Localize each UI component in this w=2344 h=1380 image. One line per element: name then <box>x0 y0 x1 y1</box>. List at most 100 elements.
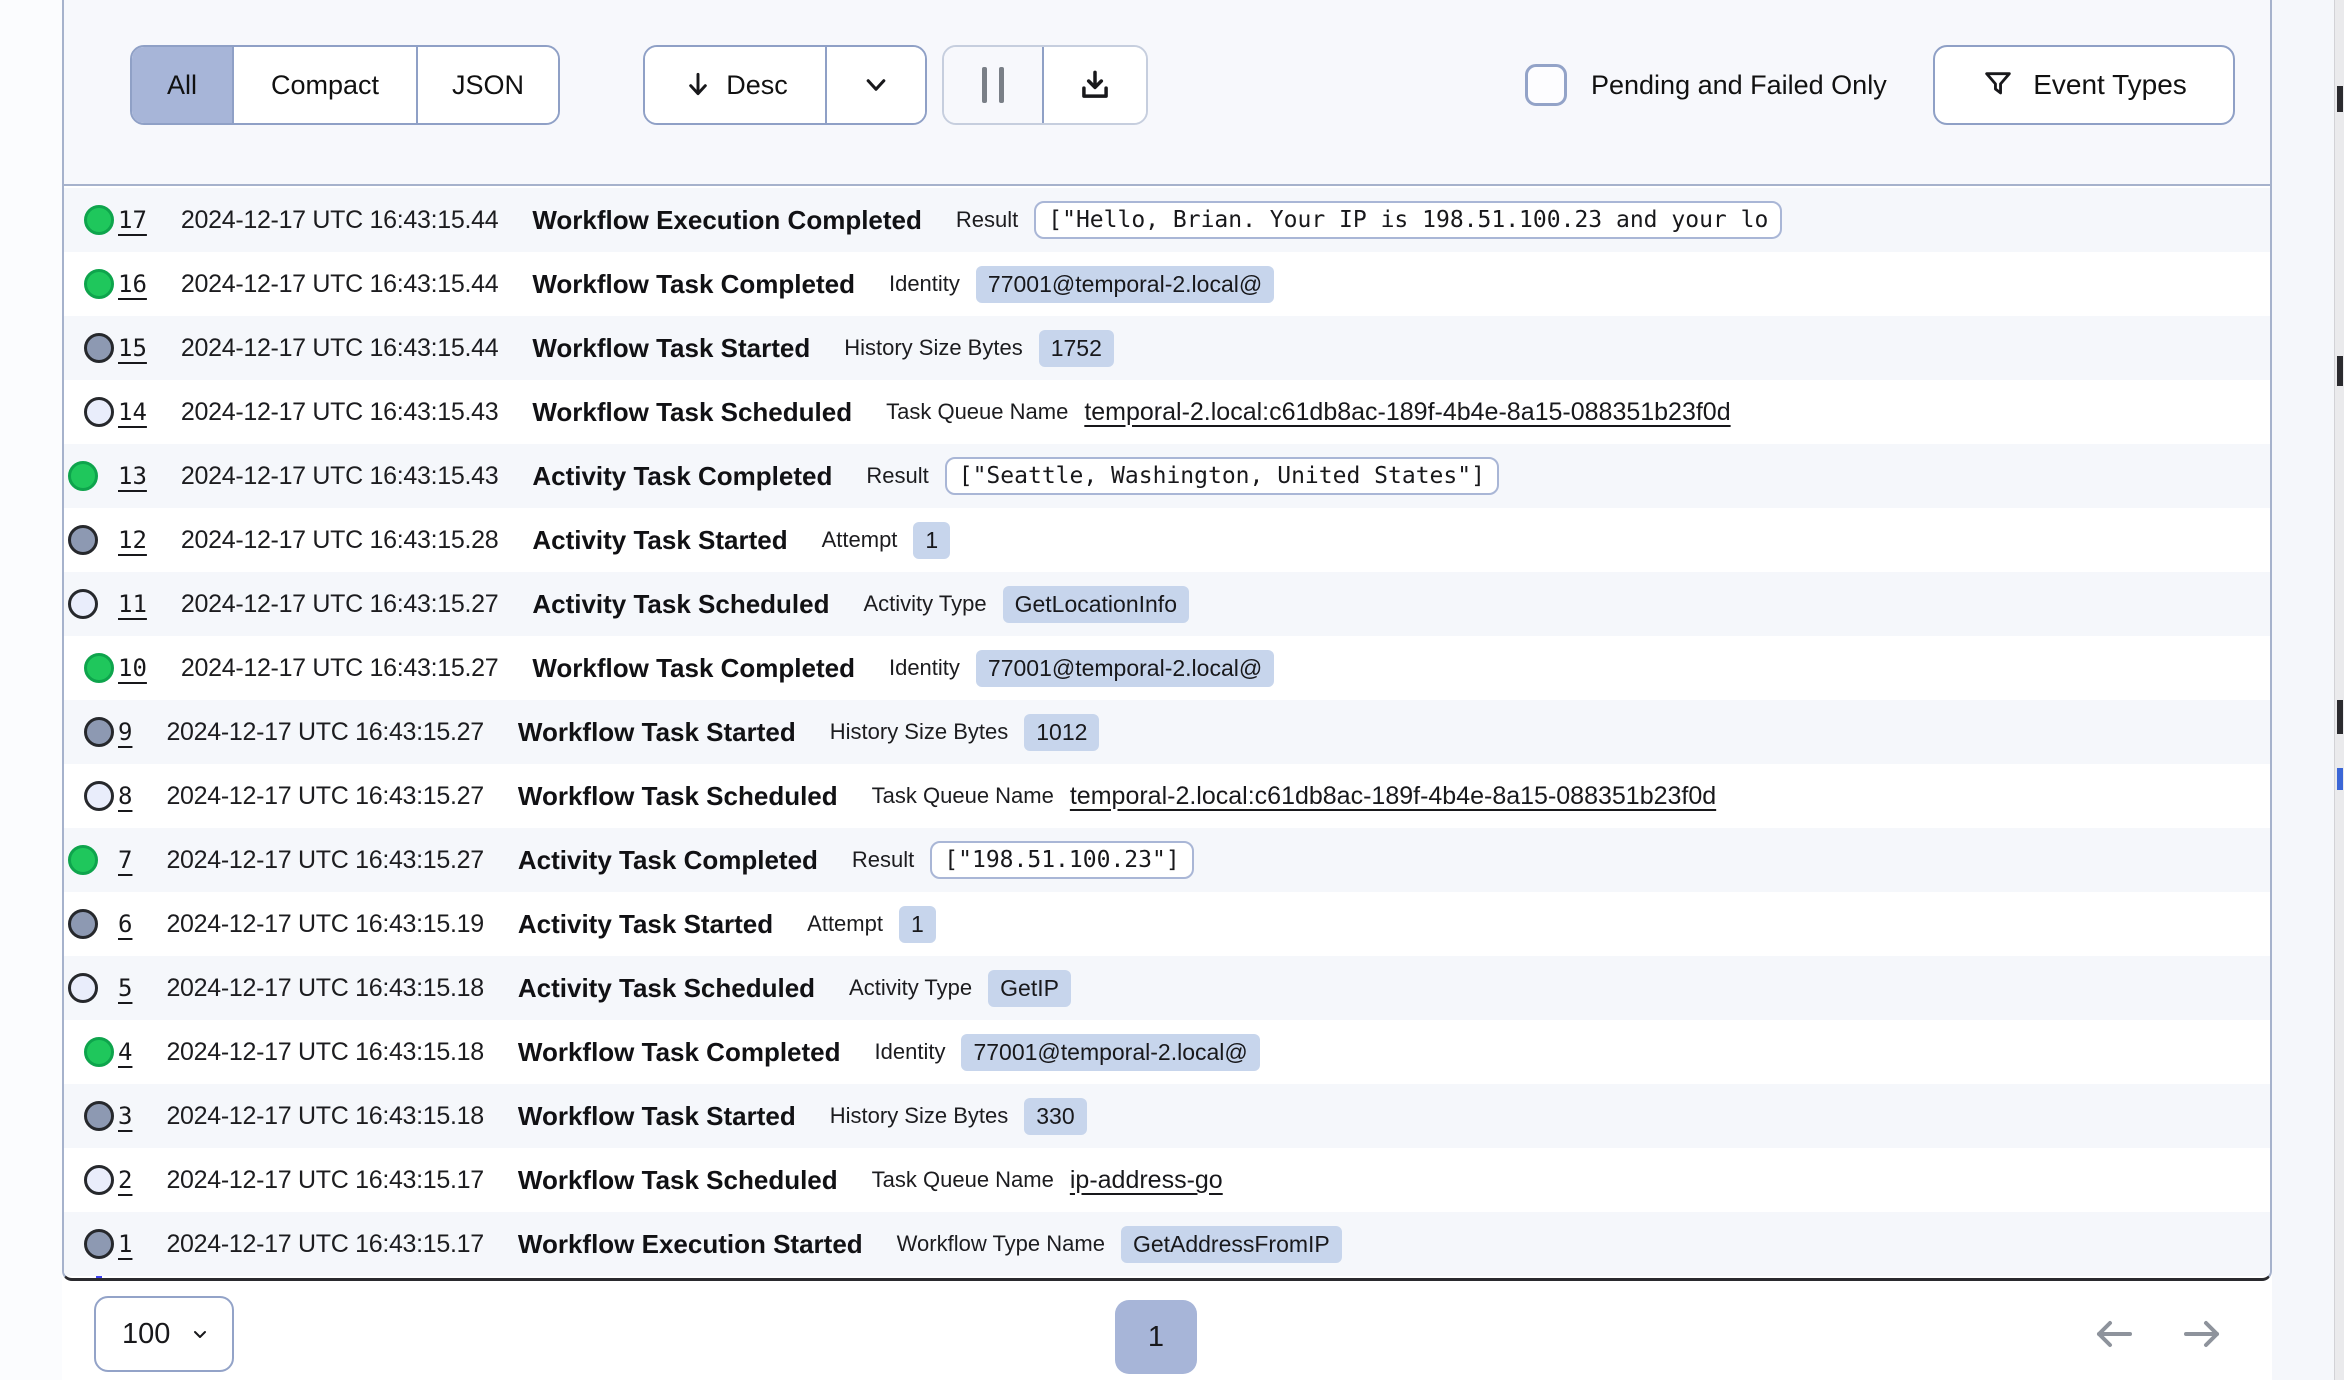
event-status-dot <box>68 461 98 491</box>
pending-failed-filter: Pending and Failed Only <box>1525 45 1887 125</box>
event-attribute-value: 77001@temporal-2.local@ <box>976 266 1274 303</box>
tab-compact[interactable]: Compact <box>232 47 416 123</box>
event-name: Workflow Task Scheduled <box>518 781 838 812</box>
pause-icon <box>999 67 1004 103</box>
event-timestamp: 2024-12-17 UTC 16:43:15.43 <box>181 398 498 427</box>
event-status-dot <box>84 333 114 363</box>
sort-options-dropdown-button[interactable] <box>825 47 925 123</box>
event-name: Workflow Execution Started <box>518 1229 863 1260</box>
event-name: Activity Task Started <box>518 909 773 940</box>
sort-desc-button[interactable]: Desc <box>645 47 825 123</box>
event-id-link[interactable]: 15 <box>118 334 147 362</box>
event-name: Workflow Task Completed <box>532 653 855 684</box>
event-name: Workflow Task Completed <box>532 269 855 300</box>
event-id-link[interactable]: 3 <box>118 1102 132 1130</box>
next-page-icon[interactable] <box>2178 1310 2226 1358</box>
event-row[interactable]: 14 2024-12-17 UTC 16:43:15.43 Workflow T… <box>64 380 2270 444</box>
event-attribute-value[interactable]: ip-address-go <box>1070 1166 1223 1195</box>
event-status-dot <box>84 653 114 683</box>
page-size-select[interactable]: 100 <box>94 1296 234 1372</box>
event-name: Workflow Task Started <box>518 717 796 748</box>
event-id-link[interactable]: 16 <box>118 270 147 298</box>
event-attribute-value: 1752 <box>1039 330 1114 367</box>
chevron-down-icon <box>859 68 893 102</box>
event-row[interactable]: 12 2024-12-17 UTC 16:43:15.28 Activity T… <box>64 508 2270 572</box>
event-status-dot <box>68 909 98 939</box>
event-timestamp: 2024-12-17 UTC 16:43:15.18 <box>166 974 483 1003</box>
event-row[interactable]: 2 2024-12-17 UTC 16:43:15.17 Workflow Ta… <box>64 1148 2270 1212</box>
event-timestamp: 2024-12-17 UTC 16:43:15.27 <box>166 782 483 811</box>
scrollbar-mark <box>2337 768 2343 790</box>
event-id-link[interactable]: 5 <box>118 974 132 1002</box>
event-row[interactable]: 3 2024-12-17 UTC 16:43:15.18 Workflow Ta… <box>64 1084 2270 1148</box>
event-row[interactable]: 16 2024-12-17 UTC 16:43:15.44 Workflow T… <box>64 252 2270 316</box>
scrollbar-mark <box>2337 86 2343 112</box>
event-id-link[interactable]: 10 <box>118 654 147 682</box>
event-status-dot <box>68 973 98 1003</box>
scrollbar-track[interactable] <box>2334 0 2344 1380</box>
event-row[interactable]: 10 2024-12-17 UTC 16:43:15.27 Workflow T… <box>64 636 2270 700</box>
event-status-dot <box>84 717 114 747</box>
download-button[interactable] <box>1042 47 1146 123</box>
event-id-link[interactable]: 1 <box>118 1230 132 1258</box>
event-row[interactable]: 4 2024-12-17 UTC 16:43:15.18 Workflow Ta… <box>64 1020 2270 1084</box>
event-timestamp: 2024-12-17 UTC 16:43:15.19 <box>166 910 483 939</box>
event-id-link[interactable]: 9 <box>118 718 132 746</box>
event-row[interactable]: 8 2024-12-17 UTC 16:43:15.27 Workflow Ta… <box>64 764 2270 828</box>
event-types-button[interactable]: Event Types <box>1933 45 2235 125</box>
event-name: Activity Task Scheduled <box>518 973 815 1004</box>
previous-page-icon[interactable] <box>2090 1310 2138 1358</box>
event-timestamp: 2024-12-17 UTC 16:43:15.44 <box>181 334 498 363</box>
event-row[interactable]: 7 2024-12-17 UTC 16:43:15.27 Activity Ta… <box>64 828 2270 892</box>
event-id-link[interactable]: 6 <box>118 910 132 938</box>
scrollbar-mark <box>2337 356 2343 386</box>
event-id-link[interactable]: 13 <box>118 462 147 490</box>
event-attribute-value: GetLocationInfo <box>1003 586 1189 623</box>
event-history-card: All Compact JSON Desc <box>62 0 2272 1281</box>
event-attribute-label: Activity Type <box>864 591 987 617</box>
tab-all[interactable]: All <box>132 47 232 123</box>
event-row[interactable]: 6 2024-12-17 UTC 16:43:15.19 Activity Ta… <box>64 892 2270 956</box>
event-attribute-value: 1 <box>913 522 950 559</box>
event-attribute-value: 77001@temporal-2.local@ <box>976 650 1274 687</box>
event-row[interactable]: 11 2024-12-17 UTC 16:43:15.27 Activity T… <box>64 572 2270 636</box>
event-id-link[interactable]: 7 <box>118 846 132 874</box>
event-row[interactable]: 17 2024-12-17 UTC 16:43:15.44 Workflow E… <box>64 188 2270 252</box>
event-status-dot <box>84 205 114 235</box>
event-id-link[interactable]: 2 <box>118 1166 132 1194</box>
event-timestamp: 2024-12-17 UTC 16:43:15.27 <box>181 590 498 619</box>
event-row[interactable]: 1 2024-12-17 UTC 16:43:15.17 Workflow Ex… <box>64 1212 2270 1276</box>
event-id-link[interactable]: 8 <box>118 782 132 810</box>
event-list: 17 2024-12-17 UTC 16:43:15.44 Workflow E… <box>64 188 2270 1281</box>
filter-funnel-icon <box>1981 68 2015 102</box>
event-id-link[interactable]: 12 <box>118 526 147 554</box>
event-timestamp: 2024-12-17 UTC 16:43:15.17 <box>166 1166 483 1195</box>
page-left-margin <box>0 0 62 1380</box>
event-attribute-label: Activity Type <box>849 975 972 1001</box>
event-name: Workflow Execution Completed <box>532 205 922 236</box>
event-attribute-value: 1 <box>899 906 936 943</box>
event-timestamp: 2024-12-17 UTC 16:43:15.28 <box>181 526 498 555</box>
event-timestamp: 2024-12-17 UTC 16:43:15.27 <box>166 718 483 747</box>
event-attribute-value: GetIP <box>988 970 1071 1007</box>
event-id-link[interactable]: 11 <box>118 590 147 618</box>
event-row[interactable]: 15 2024-12-17 UTC 16:43:15.44 Workflow T… <box>64 316 2270 380</box>
event-attribute-value: ["Hello, Brian. Your IP is 198.51.100.23… <box>1034 201 1782 239</box>
event-id-link[interactable]: 4 <box>118 1038 132 1066</box>
event-id-link[interactable]: 17 <box>118 206 147 234</box>
tab-json[interactable]: JSON <box>416 47 558 123</box>
event-status-dot <box>84 1165 114 1195</box>
event-name: Workflow Task Scheduled <box>532 397 852 428</box>
event-row[interactable]: 9 2024-12-17 UTC 16:43:15.27 Workflow Ta… <box>64 700 2270 764</box>
pending-failed-checkbox[interactable] <box>1525 64 1567 106</box>
event-attribute-label: Task Queue Name <box>872 783 1054 809</box>
current-page-button[interactable]: 1 <box>1115 1300 1197 1374</box>
page-right-panel <box>2272 0 2344 1380</box>
event-attribute-value[interactable]: temporal-2.local:c61db8ac-189f-4b4e-8a15… <box>1084 398 1730 427</box>
pause-button[interactable] <box>944 47 1042 123</box>
event-row[interactable]: 13 2024-12-17 UTC 16:43:15.43 Activity T… <box>64 444 2270 508</box>
arrow-down-icon <box>682 69 714 101</box>
event-id-link[interactable]: 14 <box>118 398 147 426</box>
event-attribute-value[interactable]: temporal-2.local:c61db8ac-189f-4b4e-8a15… <box>1070 782 1716 811</box>
event-row[interactable]: 5 2024-12-17 UTC 16:43:15.18 Activity Ta… <box>64 956 2270 1020</box>
